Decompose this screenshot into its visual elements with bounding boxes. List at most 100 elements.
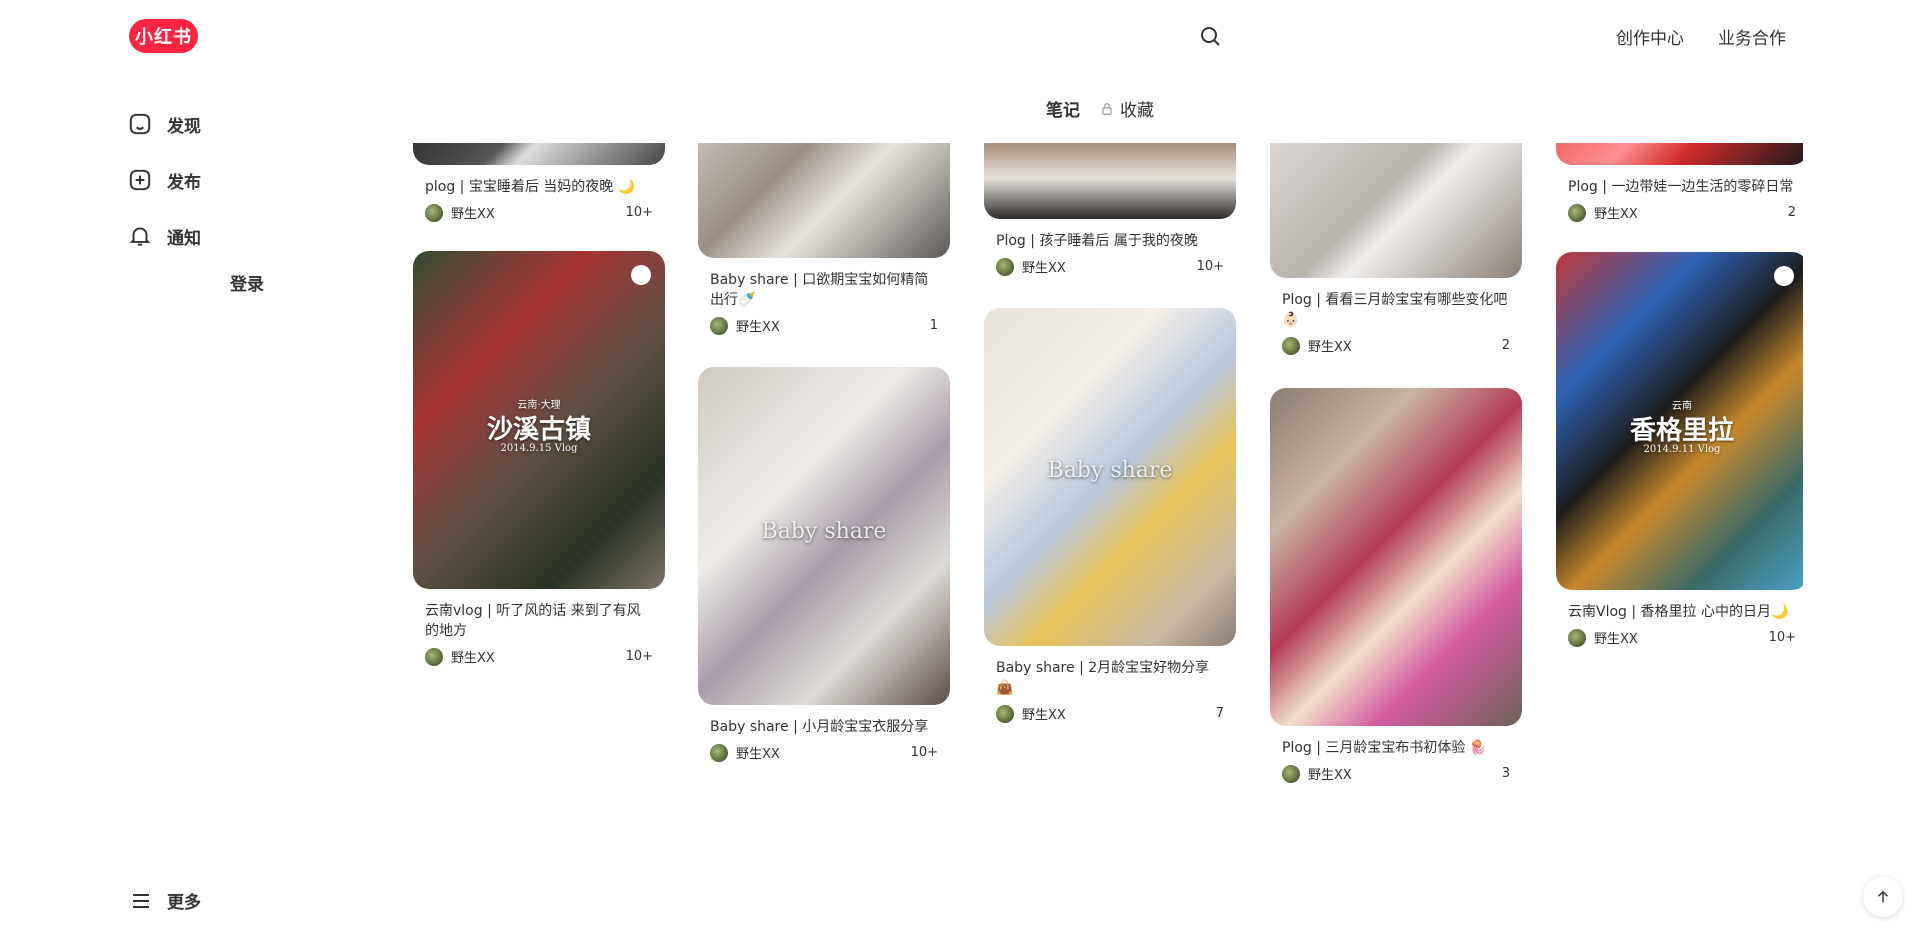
note-card[interactable]: 云南 香格里拉 2014.9.11 Vlog 云南Vlog | 香格里拉 心中的… [1556,252,1803,647]
cover-overlay-date: 2014.9.15 Vlog [500,443,578,454]
note-meta: 野生XX 2 [1556,203,1803,222]
more-menu-button[interactable]: 更多 [129,888,201,913]
note-card[interactable]: Plog | 看看三月龄宝宝有哪些变化吧👶🏻 野生XX 2 [1270,143,1522,355]
author-name[interactable]: 野生XX [1308,336,1352,355]
arrow-up-icon [1877,890,1889,903]
note-card[interactable]: 云南·大理 沙溪古镇 2014.9.15 Vlog 云南vlog | 听了风的话… [413,251,665,666]
author[interactable]: 野生XX [425,203,495,222]
sidebar-item-discover[interactable]: 发现 [127,96,377,152]
xiaohongshu-logo[interactable]: 小红书 [129,19,198,53]
note-meta: 野生XX 10+ [1556,628,1803,647]
note-card[interactable]: Baby share Baby share | 小月龄宝宝衣服分享 野生XX 1… [698,367,950,762]
note-cover-image[interactable] [698,143,950,258]
avatar[interactable] [1282,336,1300,355]
business-cooperation-link[interactable]: 业务合作 [1718,24,1786,49]
avatar[interactable] [710,743,728,762]
like-count[interactable]: 3 [1502,766,1510,781]
tab-notes[interactable]: 笔记 [1046,96,1080,121]
like-count[interactable]: 10+ [911,745,938,760]
like-count[interactable]: 10+ [626,205,653,220]
note-title[interactable]: Plog | 三月龄宝宝布书初体验 🪼 [1270,738,1522,758]
select-dot[interactable] [1774,266,1794,286]
note-card[interactable]: Baby share Baby share | 2月龄宝宝好物分享👜 野生XX … [984,308,1236,723]
note-card[interactable]: Plog | 一边带娃一边生活的零碎日常 野生XX 2 [1556,143,1803,222]
avatar[interactable] [1568,628,1586,647]
note-title[interactable]: 云南Vlog | 香格里拉 心中的日月🌙 [1556,602,1803,622]
avatar[interactable] [425,203,443,222]
like-count[interactable]: 10+ [1769,630,1796,645]
author-name[interactable]: 野生XX [736,743,780,762]
author-name[interactable]: 野生XX [736,316,780,335]
note-title[interactable]: plog | 宝宝睡着后 当妈的夜晚 🌙 [413,177,665,197]
avatar[interactable] [996,257,1014,276]
author[interactable]: 野生XX [1568,628,1638,647]
author[interactable]: 野生XX [1568,203,1638,222]
like-count[interactable]: 1 [930,318,938,333]
like-count[interactable]: 2 [1502,338,1510,353]
author[interactable]: 野生XX [996,704,1066,723]
note-title[interactable]: Plog | 孩子睡着后 属于我的夜晚 [984,231,1236,251]
author[interactable]: 野生XX [1282,336,1352,355]
author-name[interactable]: 野生XX [451,647,495,666]
note-cover-image[interactable]: Baby share [984,308,1236,646]
like-count[interactable]: 10+ [1197,259,1224,274]
like-count[interactable]: 10+ [626,649,653,664]
sidebar-item-label: 发现 [167,116,201,137]
avatar[interactable] [425,647,443,666]
note-card[interactable]: plog | 宝宝睡着后 当妈的夜晚 🌙 野生XX 10+ [413,143,665,222]
tab-favorites-label: 收藏 [1120,101,1154,121]
note-meta: 野生XX 3 [1270,764,1522,783]
cover-overlay-date: 2014.9.11 Vlog [1643,444,1721,455]
notes-feed: plog | 宝宝睡着后 当妈的夜晚 🌙 野生XX 10+ 云南·大理 沙溪古镇… [413,143,1803,941]
author-name[interactable]: 野生XX [1022,704,1066,723]
note-card[interactable]: Plog | 孩子睡着后 属于我的夜晚 野生XX 10+ [984,143,1236,276]
note-card[interactable]: Plog | 三月龄宝宝布书初体验 🪼 野生XX 3 [1270,388,1522,783]
note-cover-image[interactable] [1270,388,1522,726]
author[interactable]: 野生XX [1282,764,1352,783]
page: 小红书 创作中心 业务合作 发现 发布 通知 登录 更多 笔记 收藏 plog … [0,0,1920,941]
author[interactable]: 野生XX [996,257,1066,276]
sidebar-item-notifications[interactable]: 通知 [127,208,377,264]
cover-overlay-title: 沙溪古镇 [486,415,591,445]
top-links: 创作中心 业务合作 [1616,24,1786,49]
note-title[interactable]: Plog | 一边带娃一边生活的零碎日常 [1556,177,1803,197]
note-title[interactable]: Baby share | 小月龄宝宝衣服分享 [698,717,950,737]
search-icon[interactable] [1198,24,1222,48]
author[interactable]: 野生XX [710,743,780,762]
note-title[interactable]: Baby share | 2月龄宝宝好物分享👜 [984,658,1236,698]
note-meta: 野生XX 7 [984,704,1236,723]
author[interactable]: 野生XX [425,647,495,666]
like-count[interactable]: 7 [1216,706,1224,721]
creator-center-link[interactable]: 创作中心 [1616,24,1684,49]
note-card[interactable]: Baby share | 口欲期宝宝如何精简出行🍼 野生XX 1 [698,143,950,335]
avatar[interactable] [996,704,1014,723]
note-cover-image[interactable] [1270,143,1522,278]
author-name[interactable]: 野生XX [1594,628,1638,647]
avatar[interactable] [1282,764,1300,783]
lock-icon [1102,102,1112,115]
note-cover-image[interactable]: Baby share [698,367,950,705]
avatar[interactable] [1568,203,1586,222]
select-dot[interactable] [631,265,651,285]
note-title[interactable]: Baby share | 口欲期宝宝如何精简出行🍼 [698,270,950,310]
login-button[interactable]: 登录 [230,270,264,295]
note-title[interactable]: Plog | 看看三月龄宝宝有哪些变化吧👶🏻 [1270,290,1522,330]
note-cover-image[interactable] [413,143,665,165]
author-name[interactable]: 野生XX [1308,764,1352,783]
author[interactable]: 野生XX [710,316,780,335]
note-cover-image[interactable] [1556,143,1803,165]
avatar[interactable] [710,316,728,335]
author-name[interactable]: 野生XX [1022,257,1066,276]
note-cover-image[interactable]: 云南·大理 沙溪古镇 2014.9.15 Vlog [413,251,665,589]
author-name[interactable]: 野生XX [1594,203,1638,222]
sidebar-item-publish[interactable]: 发布 [127,152,377,208]
like-count[interactable]: 2 [1788,205,1796,220]
back-to-top-button[interactable] [1863,877,1903,917]
note-title[interactable]: 云南vlog | 听了风的话 来到了有风的地方 [413,601,665,641]
note-meta: 野生XX 10+ [984,257,1236,276]
tab-favorites[interactable]: 收藏 [1100,96,1154,121]
note-cover-image[interactable]: 云南 香格里拉 2014.9.11 Vlog [1556,252,1803,590]
note-cover-image[interactable] [984,143,1236,219]
author-name[interactable]: 野生XX [451,203,495,222]
home-icon [129,113,151,135]
